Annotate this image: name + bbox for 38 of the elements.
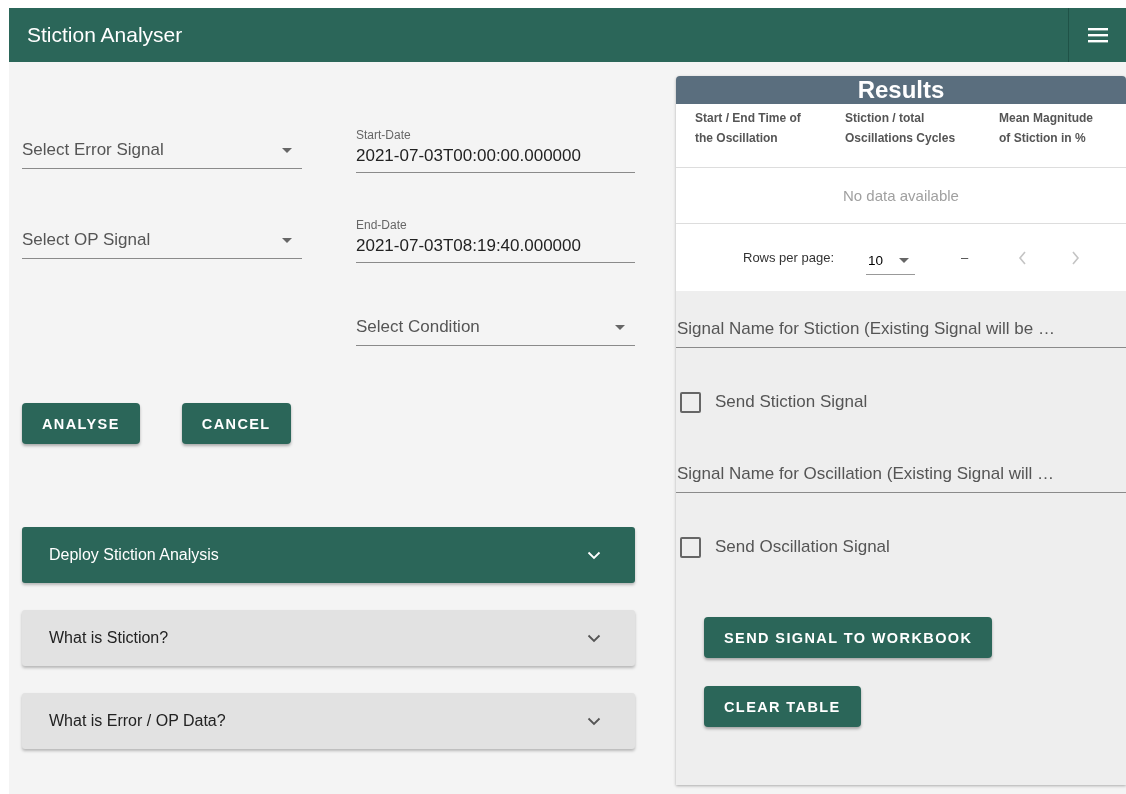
signal-select[interactable]: Select Error Signal <box>22 132 302 169</box>
signal-select[interactable]: Select OP Signal <box>22 222 302 259</box>
signal-name-field[interactable]: Signal Name for Oscillation (Existing Signal will … <box>676 456 1126 493</box>
app-title: Stiction Analyser <box>26 23 183 47</box>
checkbox[interactable] <box>680 536 701 558</box>
date-field[interactable]: Start-Date 2021-07-03T00:00:00.000000 <box>356 128 635 173</box>
dropdown-icon <box>282 237 292 243</box>
chevron-icon <box>587 633 601 643</box>
column-header[interactable]: Start / End Time of the Oscillation <box>695 108 845 164</box>
menu-icon <box>1086 27 1109 43</box>
rows-per-page-label: Rows per page: <box>743 250 835 265</box>
checkbox-label[interactable]: Send Stiction Signal <box>715 392 868 412</box>
signal-name-field[interactable]: Signal Name for Stiction (Existing Signal will be … <box>676 311 1126 348</box>
chevron-icon <box>587 716 601 726</box>
clear-table-button[interactable]: CLEAR TABLE <box>704 686 861 727</box>
rows-per-page-select[interactable]: 10 <box>866 248 916 275</box>
results-title: Results <box>857 76 945 104</box>
panel-title: What is Error / OP Data? <box>49 712 226 730</box>
analyse-button[interactable]: ANALYSE <box>22 403 140 444</box>
cancel-button[interactable]: CANCEL <box>181 403 291 444</box>
checkbox-label[interactable]: Send Oscillation Signal <box>715 537 890 557</box>
expansion-panel[interactable]: What is Error / OP Data? <box>22 693 635 749</box>
dropdown-icon <box>899 257 910 263</box>
panel-title: What is Stiction? <box>49 629 169 647</box>
page-range: – <box>961 250 969 265</box>
condition-select[interactable]: Select Condition <box>356 309 635 346</box>
dropdown-icon <box>615 324 625 330</box>
chevron-icon <box>587 550 601 560</box>
panel-title: Deploy Stiction Analysis <box>49 546 219 564</box>
column-header[interactable]: Stiction / total Oscillations Cycles <box>845 108 999 164</box>
expansion-panel[interactable]: What is Stiction? <box>22 610 635 666</box>
date-field[interactable]: End-Date 2021-07-03T08:19:40.000000 <box>356 218 635 263</box>
dropdown-icon <box>282 147 292 153</box>
checkbox[interactable] <box>680 391 701 413</box>
empty-message: No data available <box>843 187 959 204</box>
expansion-panel[interactable]: Deploy Stiction Analysis <box>22 527 635 583</box>
send-signal-button[interactable]: SEND SIGNAL TO WORKBOOK <box>704 617 993 658</box>
column-header[interactable]: Mean Magnitude of Stiction in % <box>999 108 1126 164</box>
